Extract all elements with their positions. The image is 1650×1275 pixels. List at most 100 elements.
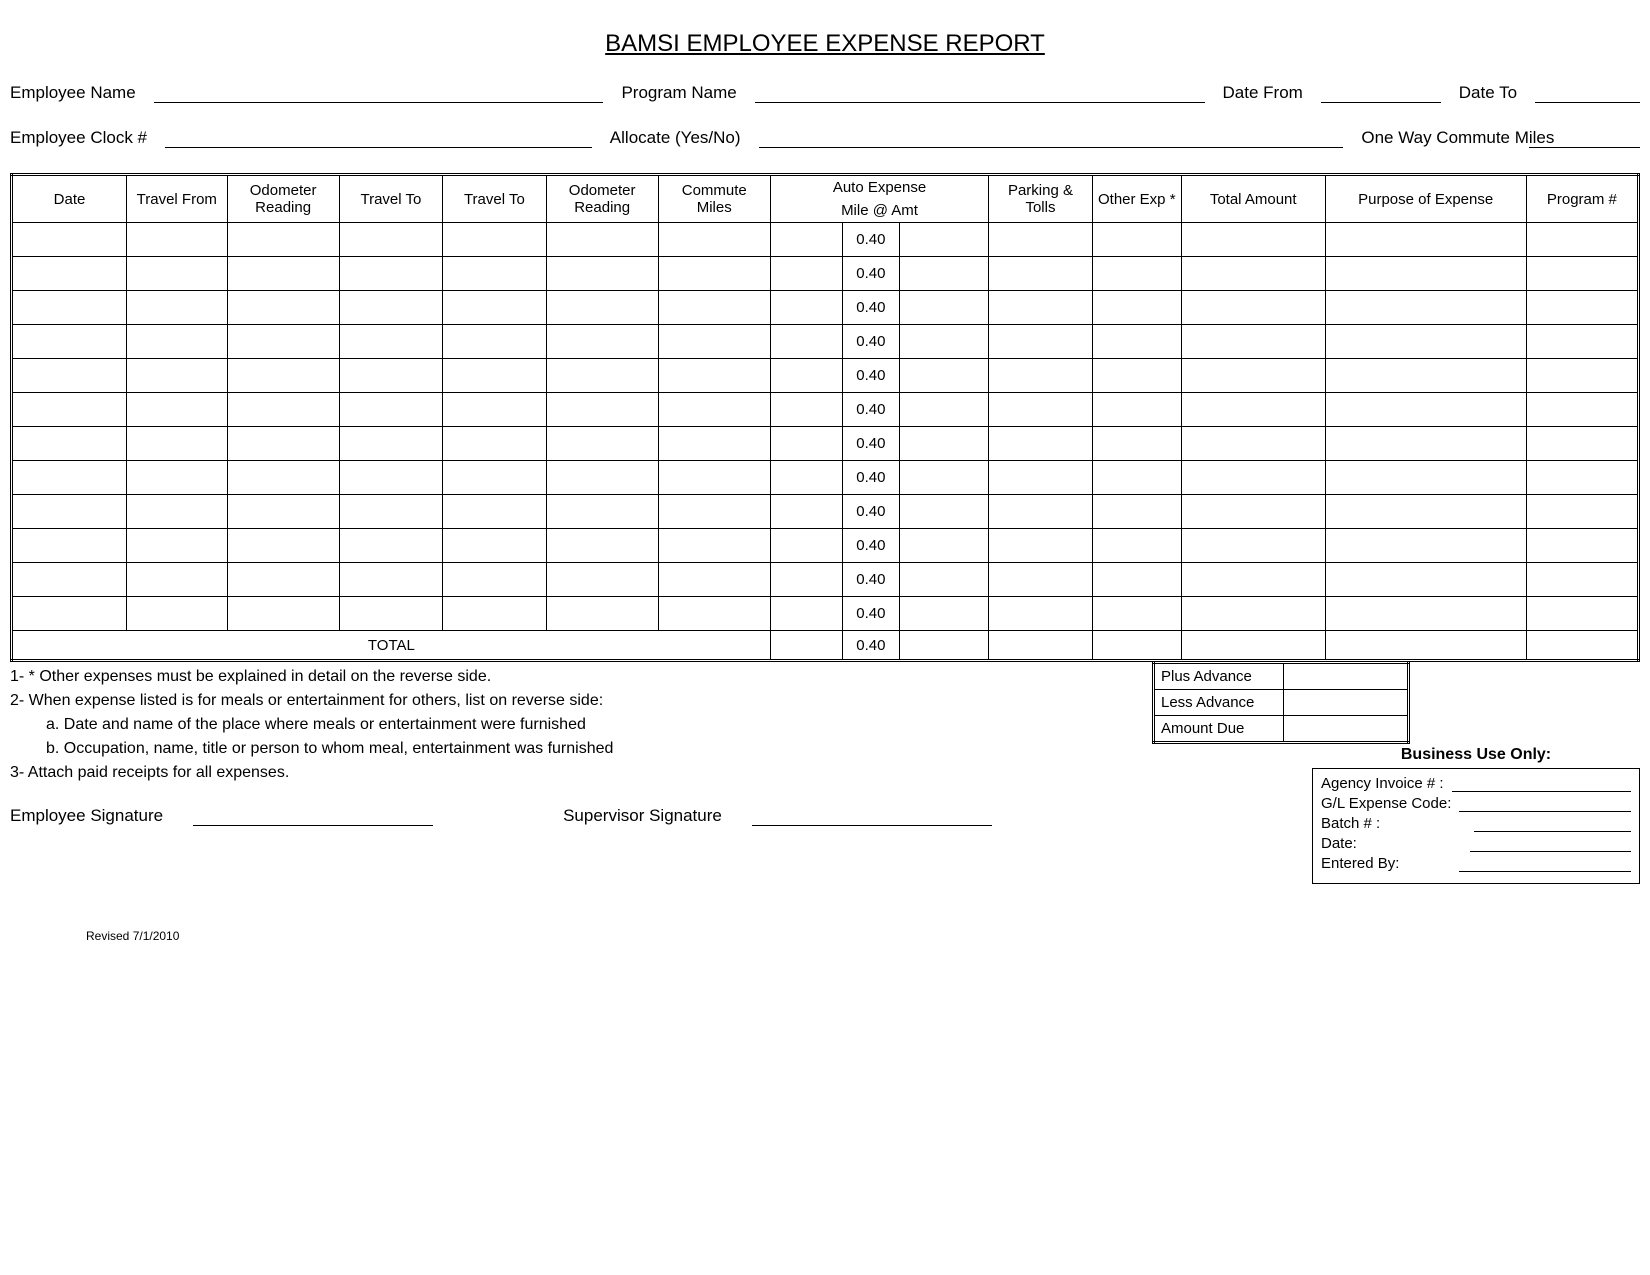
- cell-date[interactable]: [12, 223, 127, 257]
- cell-odo2[interactable]: [546, 563, 658, 597]
- cell-odo1[interactable]: [227, 291, 339, 325]
- cell-amt[interactable]: [900, 223, 989, 257]
- cell-program[interactable]: [1526, 325, 1638, 359]
- cell-odo1[interactable]: [227, 461, 339, 495]
- cell-date[interactable]: [12, 291, 127, 325]
- cell-travel-from[interactable]: [126, 529, 227, 563]
- cell-travel-from[interactable]: [126, 325, 227, 359]
- program-name-field[interactable]: [755, 85, 1205, 103]
- cell-travel-from[interactable]: [126, 393, 227, 427]
- cell-mile[interactable]: [770, 597, 842, 631]
- cell-total[interactable]: [1181, 597, 1325, 631]
- cell-travel-to1[interactable]: [339, 223, 442, 257]
- cell-total[interactable]: [1181, 529, 1325, 563]
- cell-travel-from[interactable]: [126, 359, 227, 393]
- cell-date[interactable]: [12, 359, 127, 393]
- cell-travel-from[interactable]: [126, 563, 227, 597]
- cell-odo2[interactable]: [546, 597, 658, 631]
- cell-travel-from[interactable]: [126, 597, 227, 631]
- cell-parking[interactable]: [989, 529, 1092, 563]
- cell-mile[interactable]: [770, 325, 842, 359]
- cell-odo1[interactable]: [227, 427, 339, 461]
- cell-travel-to1[interactable]: [339, 257, 442, 291]
- cell-program[interactable]: [1526, 529, 1638, 563]
- cell-other[interactable]: [1092, 563, 1181, 597]
- cell-amt[interactable]: [900, 597, 989, 631]
- total-amount[interactable]: [1181, 631, 1325, 661]
- cell-purpose[interactable]: [1325, 291, 1526, 325]
- cell-date[interactable]: [12, 597, 127, 631]
- cell-purpose[interactable]: [1325, 257, 1526, 291]
- cell-program[interactable]: [1526, 257, 1638, 291]
- cell-parking[interactable]: [989, 563, 1092, 597]
- total-mile[interactable]: [770, 631, 842, 661]
- cell-purpose[interactable]: [1325, 223, 1526, 257]
- cell-other[interactable]: [1092, 597, 1181, 631]
- cell-program[interactable]: [1526, 495, 1638, 529]
- cell-purpose[interactable]: [1325, 529, 1526, 563]
- cell-date[interactable]: [12, 257, 127, 291]
- cell-parking[interactable]: [989, 257, 1092, 291]
- cell-other[interactable]: [1092, 223, 1181, 257]
- cell-travel-to2[interactable]: [443, 291, 546, 325]
- employee-signature-field[interactable]: [193, 808, 433, 826]
- cell-odo2[interactable]: [546, 495, 658, 529]
- cell-commute[interactable]: [658, 325, 770, 359]
- cell-date[interactable]: [12, 461, 127, 495]
- cell-purpose[interactable]: [1325, 563, 1526, 597]
- cell-program[interactable]: [1526, 597, 1638, 631]
- cell-travel-to1[interactable]: [339, 359, 442, 393]
- cell-program[interactable]: [1526, 461, 1638, 495]
- cell-other[interactable]: [1092, 495, 1181, 529]
- cell-total[interactable]: [1181, 359, 1325, 393]
- cell-odo1[interactable]: [227, 223, 339, 257]
- total-parking[interactable]: [989, 631, 1092, 661]
- cell-total[interactable]: [1181, 291, 1325, 325]
- cell-purpose[interactable]: [1325, 597, 1526, 631]
- cell-mile[interactable]: [770, 563, 842, 597]
- cell-mile[interactable]: [770, 291, 842, 325]
- supervisor-signature-field[interactable]: [752, 808, 992, 826]
- cell-mile[interactable]: [770, 427, 842, 461]
- cell-amt[interactable]: [900, 563, 989, 597]
- gl-code-field[interactable]: [1459, 798, 1631, 812]
- cell-odo2[interactable]: [546, 393, 658, 427]
- cell-travel-to2[interactable]: [443, 223, 546, 257]
- cell-amt[interactable]: [900, 257, 989, 291]
- cell-odo1[interactable]: [227, 597, 339, 631]
- cell-commute[interactable]: [658, 495, 770, 529]
- plus-advance-value[interactable]: [1284, 663, 1409, 690]
- cell-commute[interactable]: [658, 223, 770, 257]
- cell-mile[interactable]: [770, 393, 842, 427]
- cell-travel-to2[interactable]: [443, 427, 546, 461]
- cell-odo1[interactable]: [227, 529, 339, 563]
- cell-odo2[interactable]: [546, 359, 658, 393]
- cell-date[interactable]: [12, 529, 127, 563]
- date-field[interactable]: [1470, 838, 1631, 852]
- cell-travel-to2[interactable]: [443, 359, 546, 393]
- cell-other[interactable]: [1092, 461, 1181, 495]
- cell-travel-from[interactable]: [126, 495, 227, 529]
- cell-program[interactable]: [1526, 359, 1638, 393]
- cell-amt[interactable]: [900, 461, 989, 495]
- cell-program[interactable]: [1526, 223, 1638, 257]
- cell-other[interactable]: [1092, 529, 1181, 563]
- cell-commute[interactable]: [658, 291, 770, 325]
- cell-purpose[interactable]: [1325, 325, 1526, 359]
- date-to-field[interactable]: [1535, 85, 1640, 103]
- cell-travel-to1[interactable]: [339, 529, 442, 563]
- date-from-field[interactable]: [1321, 85, 1441, 103]
- cell-commute[interactable]: [658, 461, 770, 495]
- agency-invoice-field[interactable]: [1452, 778, 1631, 792]
- cell-odo1[interactable]: [227, 359, 339, 393]
- cell-odo2[interactable]: [546, 461, 658, 495]
- cell-mile[interactable]: [770, 461, 842, 495]
- cell-other[interactable]: [1092, 291, 1181, 325]
- cell-purpose[interactable]: [1325, 393, 1526, 427]
- total-other[interactable]: [1092, 631, 1181, 661]
- cell-amt[interactable]: [900, 529, 989, 563]
- cell-odo2[interactable]: [546, 257, 658, 291]
- cell-date[interactable]: [12, 563, 127, 597]
- cell-travel-to2[interactable]: [443, 461, 546, 495]
- cell-travel-to2[interactable]: [443, 529, 546, 563]
